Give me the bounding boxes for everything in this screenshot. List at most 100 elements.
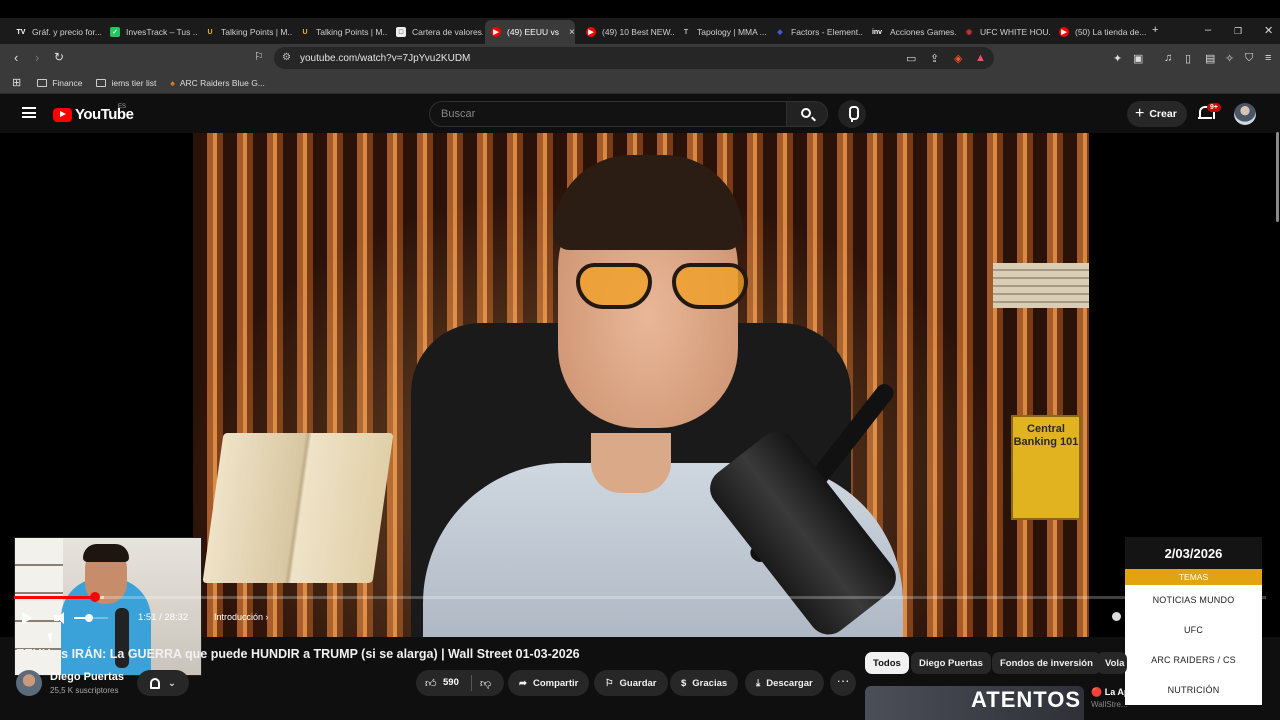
share-label: Compartir [532,677,579,689]
create-label: Crear [1149,108,1177,120]
media-icon[interactable]: ♫ [1164,52,1172,64]
voice-search-icon[interactable] [838,100,866,128]
book-title: Central Banking 101 [1013,423,1079,448]
download-icon: ⤓ [756,677,761,689]
menu-icon[interactable]: ≡ [1265,52,1271,64]
search-input[interactable]: Buscar [429,101,787,127]
new-tab-icon[interactable]: + [1152,24,1158,36]
tab-talking-points-1[interactable]: U Talking Points | M... [199,20,292,44]
chip-fondos-inversion[interactable]: Fondos de inversión [992,652,1101,674]
top-black-strip [0,0,1280,18]
forward-icon[interactable]: › [35,50,39,65]
tab-tapology[interactable]: T Tapology | MMA ... [675,20,767,44]
thumbnail-text: ATENTOS [971,687,1082,712]
thanks-icon: $ [681,677,687,689]
like-count[interactable]: 590 [443,677,459,688]
brave-shield-icon[interactable]: ◈ [954,52,962,65]
tab-tradingview[interactable]: TV Gráf. y precio for... [10,20,103,44]
u-logo-icon: U [302,28,308,36]
extensions-icon[interactable]: ✦ [1113,52,1122,65]
like-divider [471,675,472,691]
open-book [202,433,394,583]
tab-best-new[interactable]: ▶ (49) 10 Best NEW... [580,20,674,44]
chip-todos[interactable]: Todos [865,652,909,674]
cast-icon[interactable]: ▭ [906,52,916,65]
square-icon: □ [396,27,406,37]
thanks-button[interactable]: $ Gracias [670,670,739,696]
page-scrollbar[interactable] [1276,132,1279,222]
share-button[interactable]: ➦ Compartir [508,670,590,696]
more-actions-icon[interactable]: ··· [830,670,856,696]
vpn-icon[interactable]: ⛉ [1245,52,1253,65]
recommended-channel: WallStre... [1091,700,1128,709]
reload-icon[interactable]: ↻ [54,50,64,64]
channel-avatar[interactable] [16,670,42,696]
youtube-play-icon [53,107,72,122]
plus-icon: + [1135,105,1145,122]
create-button[interactable]: + Crear [1127,101,1187,127]
subscription-bell-button[interactable]: ⌄ [137,670,189,696]
search-button[interactable] [786,101,828,127]
account-avatar[interactable] [1234,103,1256,125]
url-field[interactable]: ⚙ youtube.com/watch?v=7JpYvu2KUDM [274,47,994,69]
folder-icon [96,78,107,87]
close-tab-icon[interactable]: × [569,27,575,38]
search-icon [801,108,811,118]
progress-bar[interactable] [14,596,1266,599]
maximize-icon[interactable]: ❐ [1234,26,1242,37]
channel-name[interactable]: Diego Puertas [50,671,124,683]
presenter-glasses [576,263,756,313]
tab-label: Acciones Games... [890,27,957,37]
download-button[interactable]: ⤓ Descargar [745,670,824,696]
youtube-icon: ▶ [586,27,596,37]
circle-icon: ◉ [965,29,973,36]
play-icon[interactable] [22,612,33,624]
chapter-button[interactable]: Introducción › [214,612,269,622]
youtube-logo[interactable]: YouTube ES [53,104,134,123]
tab-tienda[interactable]: ▶ (50) La tienda de... [1053,20,1146,44]
tab-cartera[interactable]: □ Cartera de valores... [390,20,483,44]
settings-dot-icon[interactable] [1112,612,1121,621]
wallet-icon[interactable]: ▤ [1205,52,1215,65]
site-info-icon[interactable]: ⚙ [282,52,291,63]
chip-volatilidad[interactable]: Vola [1097,652,1127,674]
video-player[interactable]: Central Banking 101 1:51 / 28:32 Introdu… [0,133,1280,676]
screenshot-icon[interactable]: ▣ [1133,52,1143,65]
overlay-item: ARC RAIDERS / CS [1151,655,1236,665]
volume-icon[interactable] [54,611,68,625]
chip-diego-puertas[interactable]: Diego Puertas [911,652,991,674]
glasses-lens-left [576,263,652,309]
leo-icon[interactable]: ✧ [1225,52,1234,65]
minimize-icon[interactable]: – [1205,24,1211,36]
u-logo-icon: U [207,28,213,36]
bookmark-arc-raiders[interactable]: ♠ ARC Raiders Blue G... [170,78,265,88]
tab-talking-points-2[interactable]: U Talking Points | M... [294,20,387,44]
hamburger-menu-icon[interactable] [22,107,36,118]
video-frame[interactable]: Central Banking 101 [193,133,1089,637]
like-dislike-group: 👍︎ 590 👎︎ [416,670,504,696]
share-icon[interactable]: ⇪ [930,52,939,65]
back-icon[interactable]: ‹ [14,50,18,65]
tab-investrack[interactable]: ✓ InvesTrack – Tus ... [104,20,198,44]
dislike-icon[interactable]: 👎︎ [480,677,491,690]
bookmark-finance[interactable]: Finance [37,78,82,88]
tab-label: UFC WHITE HOU... [980,27,1051,37]
like-icon[interactable]: 👍︎ [425,677,437,690]
bookmark-iems[interactable]: iems tier list [96,78,156,88]
tab-acciones[interactable]: inv Acciones Games... [864,20,957,44]
apps-grid-icon[interactable]: ⊞ [12,76,21,89]
recommended-thumbnail[interactable]: ATENTOS [865,686,1084,720]
bookmark-favicon-icon: ♠ [170,77,175,88]
download-label: Descargar [766,677,813,689]
save-button[interactable]: ⚐ Guardar [594,670,668,696]
tab-factors[interactable]: ◆ Factors - Element... [769,20,862,44]
tab-ufc[interactable]: ◉ UFC WHITE HOU... [958,20,1051,44]
brave-rewards-icon[interactable]: ▲ [975,52,986,64]
bookmark-icon[interactable]: ⚐ [254,50,264,63]
recommended-title[interactable]: 🔴 La Ap... [1091,687,1137,698]
tab-active-youtube[interactable]: ▶ (49) EEUU vs × [485,20,575,44]
close-window-icon[interactable]: ✕ [1264,24,1273,37]
sidebar-icon[interactable]: ▯ [1185,52,1191,65]
tapology-icon: T [683,28,689,36]
overlay-item: UFC [1183,625,1204,635]
